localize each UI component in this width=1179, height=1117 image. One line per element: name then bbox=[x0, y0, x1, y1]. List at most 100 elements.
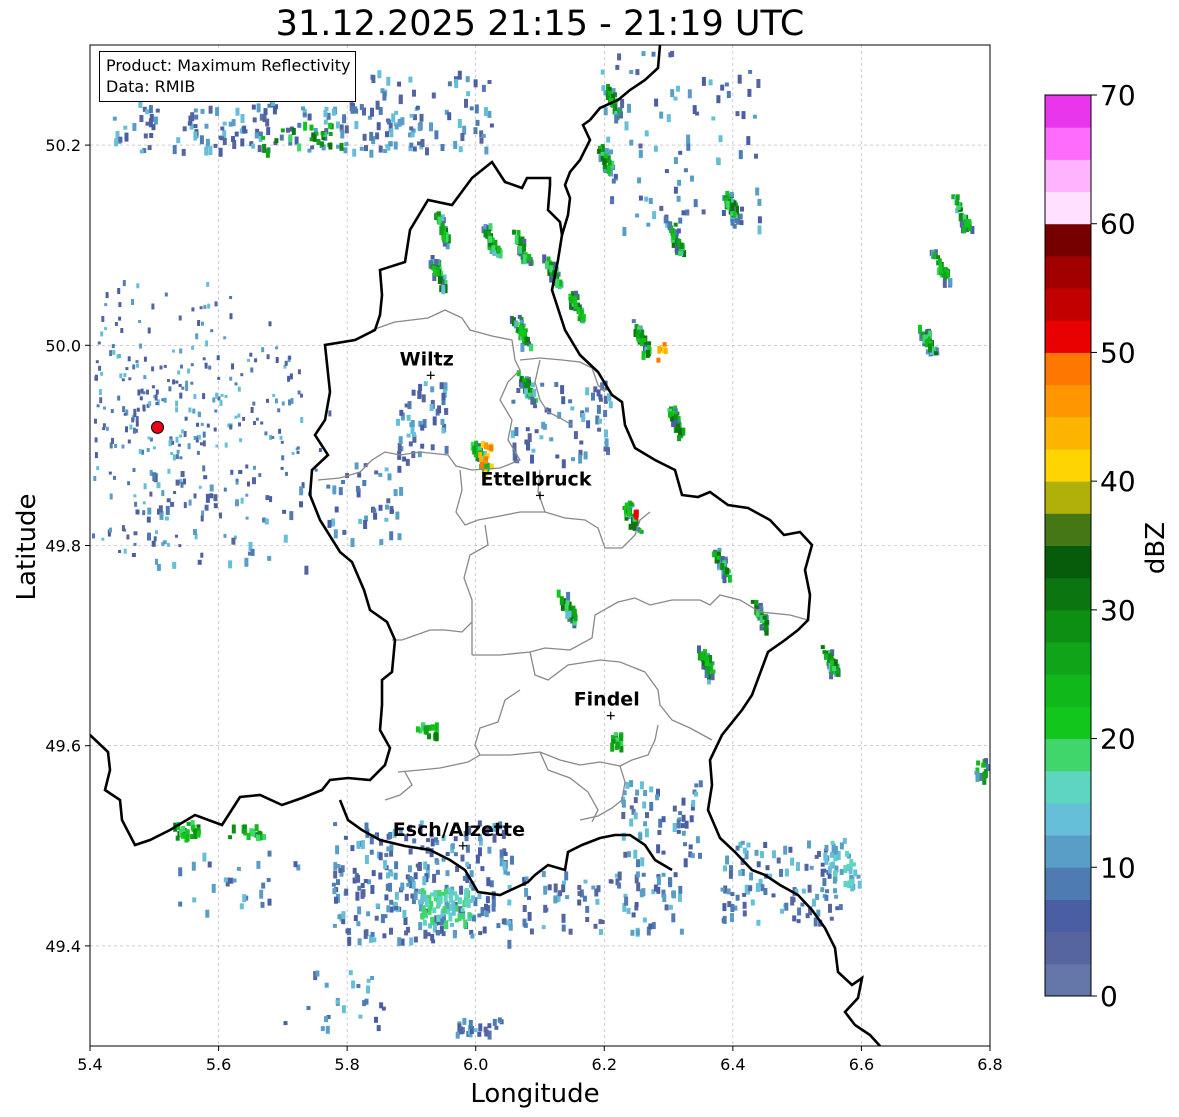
echo-pixel bbox=[397, 937, 402, 947]
echo-pixel bbox=[277, 408, 281, 413]
echo-pixel bbox=[355, 891, 360, 901]
echo-pixel bbox=[726, 91, 731, 98]
echo-pixel bbox=[948, 278, 953, 287]
echo-pixel bbox=[524, 876, 529, 881]
echo-pixel bbox=[132, 123, 137, 131]
echo-pixel bbox=[389, 927, 393, 935]
echo-pixel bbox=[436, 899, 441, 908]
echo-pixel bbox=[340, 129, 345, 139]
echo-pixel bbox=[93, 476, 97, 481]
y-tick-label: 49.6 bbox=[45, 737, 81, 756]
echo-pixel bbox=[215, 107, 220, 117]
echo-pixel bbox=[334, 896, 338, 904]
echo-pixel bbox=[976, 760, 981, 766]
echo-pixel bbox=[138, 320, 142, 323]
echo-pixel bbox=[333, 529, 338, 539]
echo-pixel bbox=[432, 416, 437, 426]
echo-pixel bbox=[634, 511, 639, 515]
echo-pixel bbox=[398, 436, 403, 445]
echo-pixel bbox=[234, 131, 239, 137]
echo-pixel bbox=[347, 936, 352, 946]
echo-pixel bbox=[462, 876, 467, 881]
echo-pixel bbox=[609, 149, 613, 155]
echo-pixel bbox=[252, 401, 256, 406]
colorbar-tick-label: 60 bbox=[1100, 208, 1136, 241]
echo-pixel bbox=[496, 923, 501, 929]
echo-pixel bbox=[245, 464, 249, 469]
echo-pixel bbox=[522, 377, 527, 382]
echo-pixel bbox=[354, 121, 359, 130]
echo-pixel bbox=[108, 471, 112, 475]
echo-pixel bbox=[193, 108, 198, 113]
echo-pixel bbox=[271, 436, 275, 439]
echo-pixel bbox=[345, 928, 350, 934]
echo-pixel bbox=[433, 270, 438, 277]
echo-pixel bbox=[204, 146, 209, 156]
echo-pixel bbox=[100, 371, 104, 376]
echo-pixel bbox=[635, 871, 640, 878]
echo-pixel bbox=[644, 828, 649, 838]
echo-pixel bbox=[200, 108, 205, 114]
echo-pixel bbox=[254, 824, 259, 832]
echo-pixel bbox=[633, 812, 638, 820]
echo-pixel bbox=[193, 529, 197, 535]
echo-pixel bbox=[938, 263, 943, 273]
echo-pixel bbox=[754, 600, 759, 607]
echo-pixel bbox=[250, 548, 255, 556]
echo-pixel bbox=[331, 108, 336, 116]
echo-pixel bbox=[740, 840, 745, 845]
echo-pixel bbox=[833, 870, 838, 878]
echo-pixel bbox=[629, 502, 634, 507]
echo-pixel bbox=[132, 427, 136, 434]
echo-pixel bbox=[296, 451, 300, 454]
echo-pixel bbox=[676, 819, 681, 829]
echo-pixel bbox=[204, 123, 209, 129]
echo-pixel bbox=[611, 739, 616, 744]
echo-pixel bbox=[820, 887, 825, 893]
echo-pixel bbox=[465, 861, 470, 867]
echo-pixel bbox=[167, 468, 171, 474]
echo-pixel bbox=[440, 222, 445, 231]
echo-pixel bbox=[402, 909, 407, 918]
echo-pixel bbox=[601, 85, 606, 92]
echo-pixel bbox=[143, 133, 148, 139]
echo-pixel bbox=[645, 812, 649, 819]
echo-pixel bbox=[99, 397, 103, 404]
echo-pixel bbox=[430, 444, 435, 451]
echo-pixel bbox=[528, 344, 533, 352]
echo-pixel bbox=[296, 446, 300, 450]
echo-pixel bbox=[547, 884, 552, 891]
echo-pixel bbox=[829, 653, 834, 658]
echo-pixel bbox=[483, 229, 488, 238]
echo-pixel bbox=[200, 552, 204, 558]
echo-pixel bbox=[168, 386, 172, 392]
echo-pixel bbox=[679, 243, 684, 249]
echo-pixel bbox=[614, 114, 619, 124]
echo-pixel bbox=[571, 457, 575, 462]
echo-pixel bbox=[131, 417, 135, 423]
echo-pixel bbox=[223, 877, 228, 883]
echo-pixel bbox=[593, 923, 598, 929]
echo-pixel bbox=[242, 894, 247, 903]
echo-pixel bbox=[95, 360, 99, 364]
echo-pixel bbox=[651, 51, 656, 57]
echo-pixel bbox=[494, 1025, 499, 1030]
echo-pixel bbox=[288, 134, 293, 143]
echo-pixel bbox=[812, 898, 816, 907]
echo-pixel bbox=[328, 132, 333, 136]
echo-pixel bbox=[204, 504, 209, 511]
echo-pixel bbox=[432, 265, 437, 271]
echo-pixel bbox=[220, 126, 225, 131]
echo-pixel bbox=[341, 480, 345, 484]
echo-pixel bbox=[441, 392, 446, 401]
echo-pixel bbox=[578, 454, 583, 464]
colorbar-segment bbox=[1045, 513, 1091, 546]
echo-pixel bbox=[716, 95, 721, 104]
echo-pixel bbox=[832, 876, 837, 884]
echo-pixel bbox=[583, 879, 588, 884]
echo-pixel bbox=[206, 281, 210, 287]
echo-pixel bbox=[200, 422, 204, 426]
echo-pixel bbox=[927, 343, 932, 353]
echo-pixel bbox=[591, 392, 595, 401]
echo-pixel bbox=[384, 853, 389, 857]
